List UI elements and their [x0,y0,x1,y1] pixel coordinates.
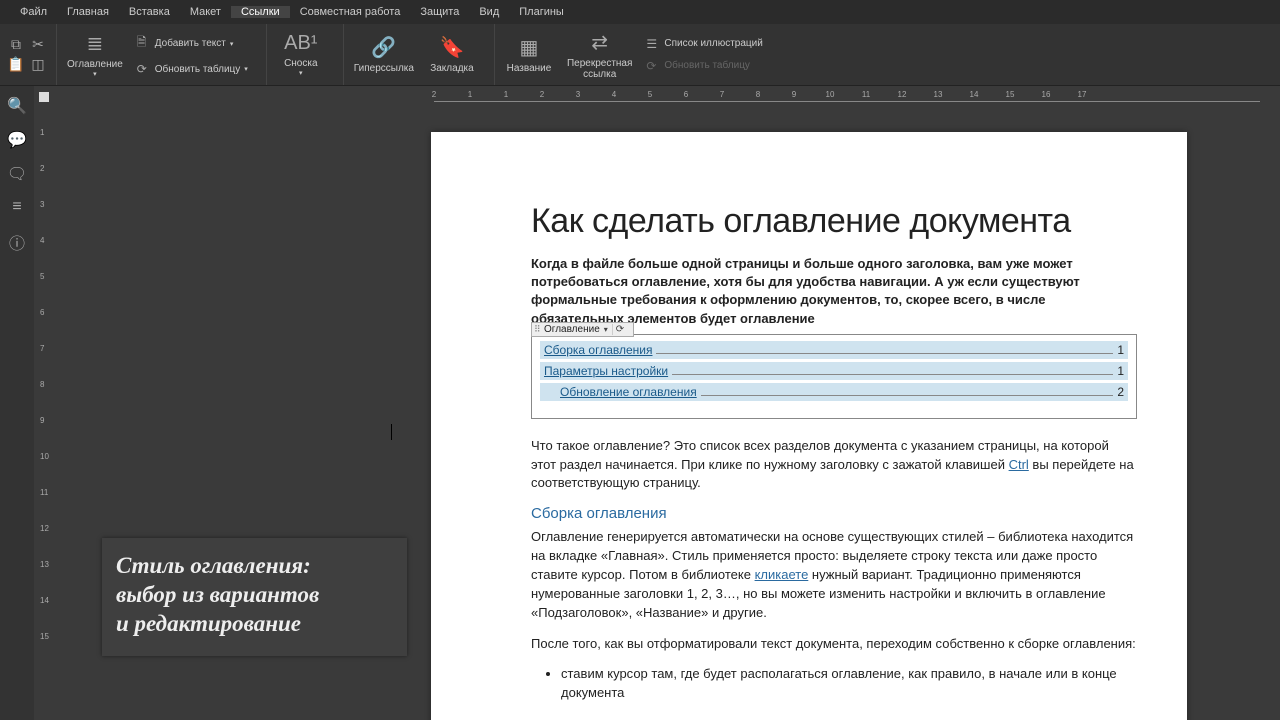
paste-icon[interactable]: 📋 [8,57,24,73]
refresh-icon: ⟳ [646,59,660,73]
link-icon: 🔗 [371,35,396,60]
toc-leader [656,343,1113,354]
add-text-icon: 🗎 [137,33,151,54]
toc-entry-label[interactable]: Параметры настройки [544,364,668,378]
menu-view[interactable]: Вид [469,6,509,18]
menu-layout[interactable]: Макет [180,6,231,18]
caption-label: Название [507,63,552,74]
ctrl-key-text: Ctrl [1009,457,1029,472]
footnote-label: Сноска [284,58,317,69]
chat-icon[interactable]: 🗨 [7,164,27,184]
menu-protect[interactable]: Защита [410,6,469,18]
menubar: Файл Главная Вставка Макет Ссылки Совмес… [0,0,1280,24]
toc-row[interactable]: Параметры настройки 1 [540,362,1128,380]
footnote-icon: AB¹ [284,32,317,55]
chevron-down-icon: ▾ [230,40,234,48]
toc-button[interactable]: ≣ Оглавление ▾ [63,29,127,80]
doc-heading2: Сборка оглавления [531,505,1137,522]
toc-refresh-icon[interactable]: ⟳ [612,324,627,335]
info-icon[interactable]: ⓘ [9,230,25,254]
update-table-label: Обновить таблицу [155,64,241,75]
ruler-corner [34,86,54,108]
text-cursor [391,424,392,440]
illustrations-list-button[interactable]: ☰ Список иллюстраций [642,35,766,53]
crossref-label2: ссылка [583,69,616,80]
menu-file[interactable]: Файл [10,6,57,18]
doc-paragraph: Оглавление генерируется автоматически на… [531,528,1137,622]
toc-leader [701,385,1114,396]
menu-collab[interactable]: Совместная работа [290,6,411,18]
callout-line: Стиль оглавления: [116,552,391,581]
list-icon: ☰ [646,37,660,51]
doc-paragraph: После того, как вы отформатировали текст… [531,635,1137,654]
search-icon[interactable]: 🔍 [7,96,27,116]
toc-header[interactable]: ⠿ Оглавление ▾ ⟳ [531,322,634,337]
toc-group: ≣ Оглавление ▾ 🗎 Добавить текст ▾ ⟳ Обно… [56,24,258,85]
cut-icon[interactable]: ✂ [30,37,46,53]
copy-icon[interactable]: ⧉ [8,37,24,53]
toc-label: Оглавление [67,59,123,70]
toc-leader [672,364,1113,375]
update-table2-button: ⟳ Обновить таблицу [642,57,766,75]
illus-list-label: Список иллюстраций [664,38,762,49]
chevron-down-icon: ▾ [244,65,248,73]
footnote-button[interactable]: AB¹ Сноска ▾ [273,30,329,79]
add-text-button[interactable]: 🗎 Добавить текст ▾ [133,31,252,56]
footnote-group: AB¹ Сноска ▾ [266,24,335,85]
captions-group: ▦ Название ⇄ Перекрестная ссылка ☰ Списо… [494,24,773,85]
left-sidebar: 🔍 💬 🗨 ≡ ⓘ [0,86,34,720]
toc-entry-label[interactable]: Обновление оглавления [560,385,697,399]
toc-icon: ≣ [87,31,104,56]
crossref-button[interactable]: ⇄ Перекрестная ссылка [563,28,636,82]
callout-line: и редактирование [116,610,391,639]
chevron-down-icon: ▾ [93,70,97,78]
vertical-ruler[interactable]: 123456789101112131415 [34,108,54,720]
toc-row[interactable]: Обновление оглавления 2 [540,383,1128,401]
headings-icon[interactable]: ≡ [12,198,21,216]
drag-handle-icon[interactable]: ⠿ [534,324,541,335]
toc-page-number: 1 [1117,364,1124,378]
caption-icon: ▦ [520,35,539,60]
caption-button[interactable]: ▦ Название [501,33,557,76]
toc-page-number: 1 [1117,343,1124,357]
ribbon: ⧉ ✂ 📋 ◫ ≣ Оглавление ▾ 🗎 Добавить текст … [0,24,1280,86]
menu-references[interactable]: Ссылки [231,6,290,18]
toc-page-number: 2 [1117,385,1124,399]
horizontal-ruler[interactable]: 211234567891011121314151617 [54,86,1280,108]
bookmark-icon: 🔖 [440,35,465,60]
hyperlink-button[interactable]: 🔗 Гиперссылка [350,33,418,76]
hyperlink-label: Гиперссылка [354,63,414,74]
chevron-down-icon[interactable]: ▾ [604,325,608,334]
toc-header-label: Оглавление [544,324,600,335]
refresh-icon: ⟳ [137,62,151,76]
toc-row[interactable]: Сборка оглавления 1 [540,341,1128,359]
doc-paragraph: Что такое оглавление? Это список всех ра… [531,437,1137,494]
doc-title: Как сделать оглавление документа [531,202,1137,241]
page[interactable]: Как сделать оглавление документа Когда в… [431,132,1187,720]
select-icon[interactable]: ◫ [30,57,46,73]
doc-link[interactable]: кликаете [755,567,809,582]
toc-rows: Сборка оглавления 1 Параметры настройки 1 Об… [532,335,1136,418]
doc-list: ставим курсор там, где будет располагать… [561,665,1137,703]
callout-line: выбор из вариантов [116,581,391,610]
doc-lead: Когда в файле больше одной страницы и бо… [531,255,1137,328]
bookmark-label: Закладка [430,63,473,74]
comments-icon[interactable]: 💬 [7,130,27,150]
clipboard-group: ⧉ ✂ 📋 ◫ [6,33,48,77]
links-group: 🔗 Гиперссылка 🔖 Закладка [343,24,486,85]
menu-plugins[interactable]: Плагины [509,6,574,18]
toc-entry-label[interactable]: Сборка оглавления [544,343,652,357]
crossref-label1: Перекрестная [567,58,632,69]
menu-home[interactable]: Главная [57,6,119,18]
video-caption-overlay: Стиль оглавления: выбор из вариантов и р… [102,538,407,656]
list-item: ставим курсор там, где будет располагать… [561,665,1137,703]
update-table-button[interactable]: ⟳ Обновить таблицу ▾ [133,60,252,78]
toc-field[interactable]: ⠿ Оглавление ▾ ⟳ Сборка оглавления1Парам… [531,334,1137,419]
crossref-icon: ⇄ [591,30,608,55]
update-table2-label: Обновить таблицу [664,60,750,71]
add-text-label: Добавить текст [155,38,226,49]
chevron-down-icon: ▾ [299,69,303,77]
menu-insert[interactable]: Вставка [119,6,180,18]
bookmark-button[interactable]: 🔖 Закладка [424,33,480,76]
